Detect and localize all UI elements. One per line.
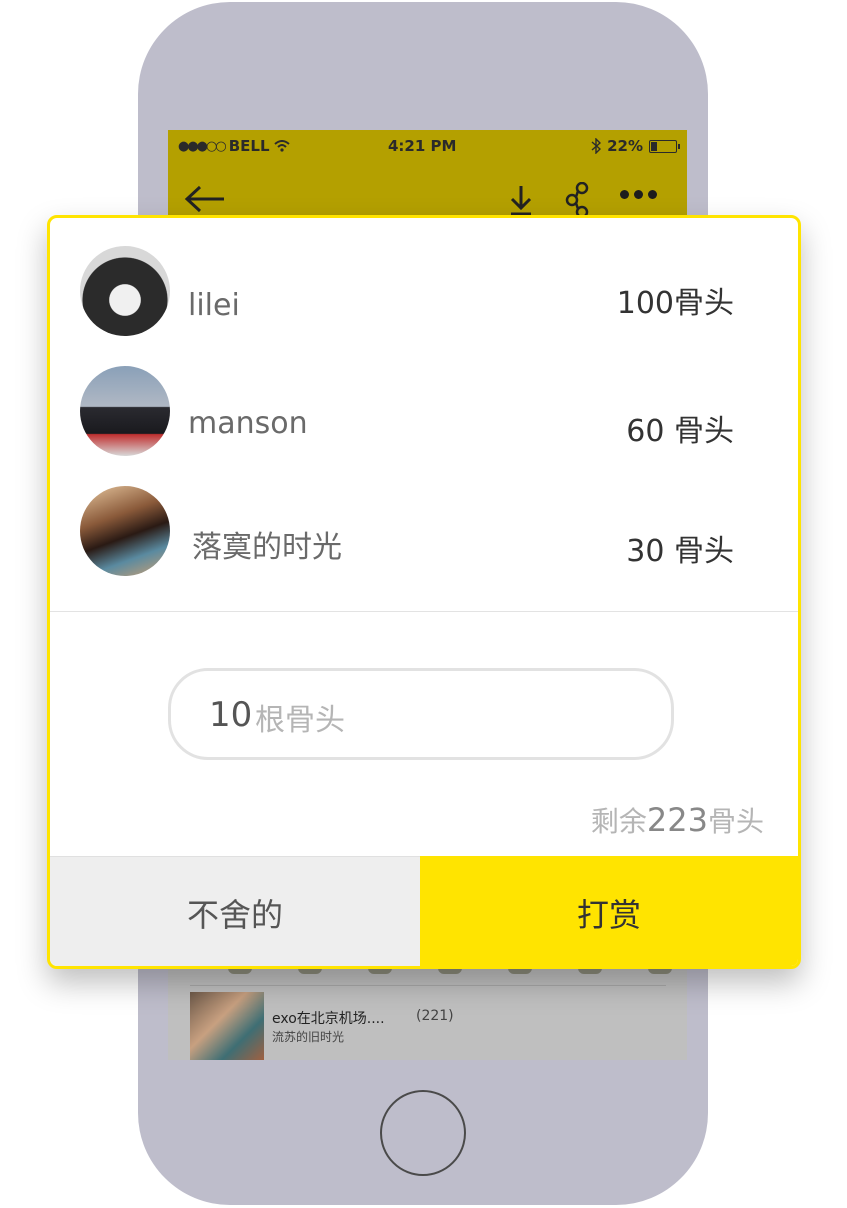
status-time: 4:21 PM — [388, 137, 457, 155]
status-left: ●●●○○ BELL — [178, 137, 290, 155]
avatar[interactable] — [80, 366, 170, 456]
battery-icon — [649, 139, 680, 153]
reward-button[interactable]: 打赏 — [420, 856, 798, 966]
rewarder-row: lilei 100骨头 — [50, 236, 798, 346]
back-arrow-icon[interactable] — [184, 184, 226, 214]
rewarder-name: manson — [188, 406, 308, 441]
reward-amount-unit: 根骨头 — [255, 703, 345, 738]
reward-amount-value: 10 — [209, 695, 253, 735]
nav-bar — [168, 162, 687, 222]
rewarder-amount: 60 骨头 — [626, 414, 734, 449]
rewarder-row: manson 60 骨头 — [50, 356, 798, 466]
bluetooth-icon — [591, 138, 602, 154]
rewarder-amount: 100骨头 — [616, 286, 734, 321]
balance-prefix: 剩余 — [590, 805, 647, 838]
share-icon[interactable] — [564, 182, 592, 218]
list-item-subtitle: 流苏的旧时光 — [272, 1030, 345, 1044]
balance-suffix: 骨头 — [707, 805, 764, 838]
status-right: 22% — [591, 137, 680, 155]
carrier-name: BELL — [228, 137, 270, 155]
rewarder-amount: 30 骨头 — [626, 534, 734, 569]
rewarder-row: 落寞的时光 30 骨头 — [50, 476, 798, 586]
background-list: exo在北京机场.... (221) 流苏的旧时光 — [168, 968, 687, 1060]
rewarder-name: 落寞的时光 — [192, 530, 342, 565]
battery-percent: 22% — [607, 137, 643, 155]
avatar[interactable] — [80, 246, 170, 336]
list-item-title[interactable]: exo在北京机场.... — [272, 1008, 385, 1028]
signal-strength: ●●●○○ — [178, 138, 227, 154]
home-button[interactable] — [380, 1090, 466, 1176]
balance-text: 剩余223骨头 — [591, 800, 764, 840]
reward-amount-input[interactable]: 10 根骨头 — [168, 668, 674, 760]
list-item-count: (221) — [416, 1008, 454, 1024]
cancel-button[interactable]: 不舍的 — [50, 856, 420, 966]
status-bar: ●●●○○ BELL 4:21 PM 22% — [168, 130, 687, 162]
reward-dialog: lilei 100骨头 manson 60 骨头 落寞的时光 30 骨头 10 … — [47, 215, 801, 969]
balance-amount: 223 — [646, 801, 708, 839]
avatar[interactable] — [80, 486, 170, 576]
download-icon[interactable] — [508, 184, 534, 216]
wifi-icon — [273, 140, 290, 152]
more-icon[interactable] — [620, 190, 657, 199]
list-item-thumbnail[interactable] — [190, 992, 264, 1060]
list-divider — [190, 985, 666, 986]
rewarder-name: lilei — [188, 288, 240, 323]
section-divider — [50, 611, 798, 612]
